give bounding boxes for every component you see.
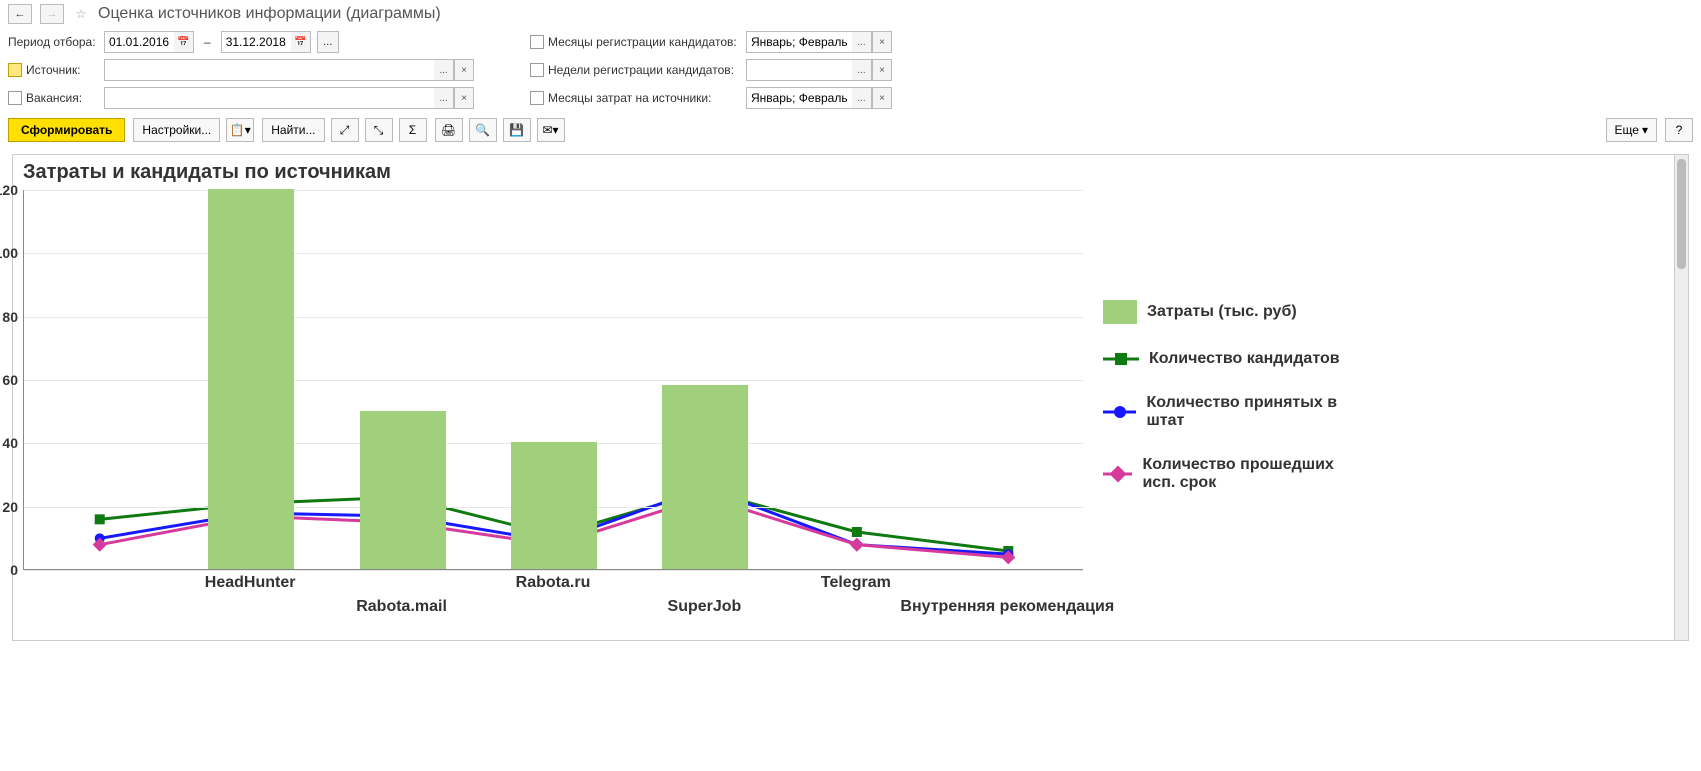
calendar-icon[interactable]: 📅	[291, 31, 311, 53]
source-select-button[interactable]: ...	[434, 59, 454, 81]
date-from-input[interactable]	[104, 31, 174, 53]
legend-item: Количество прошедших исп. срок	[1103, 456, 1363, 492]
chart-legend: Затраты (тыс. руб) Количество кандидатов К…	[1103, 190, 1363, 630]
y-tick: 120	[0, 182, 18, 198]
months-cost-select-button[interactable]: ...	[852, 87, 872, 109]
vertical-scrollbar[interactable]	[1674, 155, 1688, 640]
y-tick: 0	[0, 562, 18, 578]
months-reg-input[interactable]	[746, 31, 852, 53]
legend-item: Количество принятых в штат	[1103, 394, 1363, 430]
months-reg-label: Месяцы регистрации кандидатов:	[548, 35, 737, 49]
favorite-star-icon[interactable]: ☆	[72, 5, 90, 23]
x-axis-label: Telegram	[821, 574, 891, 592]
variants-button[interactable]: 📋▾	[226, 118, 254, 142]
chart-bar	[208, 189, 294, 569]
months-reg-clear-button[interactable]: ×	[872, 31, 892, 53]
vacancy-label: Вакансия:	[26, 91, 82, 105]
vacancy-clear-button[interactable]: ×	[454, 87, 474, 109]
x-axis-label: HeadHunter	[205, 574, 296, 592]
x-axis-label: SuperJob	[668, 598, 742, 616]
more-button[interactable]: Еще ▾	[1606, 118, 1657, 142]
x-axis-labels: AvitoHeadHunterRabota.mailRabota.ruSuper…	[23, 570, 1083, 630]
chart-container: Затраты и кандидаты по источникам 020406…	[12, 154, 1689, 641]
x-axis-label: Внутренняя рекомендация	[900, 598, 1114, 616]
x-axis-label: Rabota.ru	[516, 574, 591, 592]
chart-title: Затраты и кандидаты по источникам	[13, 155, 1688, 190]
legend-item: Затраты (тыс. руб)	[1103, 300, 1363, 324]
chart-plot: 020406080100120	[23, 190, 1083, 570]
preview-button[interactable]: 🔍	[469, 118, 497, 142]
y-tick: 80	[0, 309, 18, 325]
date-separator: –	[200, 35, 215, 49]
generate-button[interactable]: Сформировать	[8, 118, 125, 142]
months-reg-select-button[interactable]: ...	[852, 31, 872, 53]
months-reg-checkbox[interactable]	[530, 35, 544, 49]
chart-bar	[511, 442, 597, 569]
scrollbar-thumb[interactable]	[1677, 159, 1686, 269]
period-select-button[interactable]: ...	[317, 31, 339, 53]
months-cost-input[interactable]	[746, 87, 852, 109]
months-cost-clear-button[interactable]: ×	[872, 87, 892, 109]
vacancy-input[interactable]	[104, 87, 434, 109]
print-button[interactable]: 🖨	[435, 118, 463, 142]
y-tick: 20	[0, 499, 18, 515]
page-title: Оценка источников информации (диаграммы)	[98, 5, 441, 23]
expand-rows-button[interactable]: ⤢	[331, 118, 359, 142]
months-cost-label: Месяцы затрат на источники:	[548, 91, 711, 105]
period-label: Период отбора:	[8, 35, 98, 49]
source-checkbox[interactable]	[8, 63, 22, 77]
weeks-reg-checkbox[interactable]	[530, 63, 544, 77]
weeks-reg-input[interactable]	[746, 59, 852, 81]
sum-button[interactable]: Σ	[399, 118, 427, 142]
vacancy-select-button[interactable]: ...	[434, 87, 454, 109]
x-axis-label: Rabota.mail	[356, 598, 447, 616]
y-tick: 40	[0, 435, 18, 451]
forward-button[interactable]: →	[40, 4, 64, 24]
help-button[interactable]: ?	[1665, 118, 1693, 142]
y-tick: 100	[0, 245, 18, 261]
weeks-reg-clear-button[interactable]: ×	[872, 59, 892, 81]
find-button[interactable]: Найти...	[262, 118, 324, 142]
back-button[interactable]: ←	[8, 4, 32, 24]
date-to-input[interactable]	[221, 31, 291, 53]
vacancy-checkbox[interactable]	[8, 91, 22, 105]
source-label: Источник:	[26, 63, 81, 77]
source-input[interactable]	[104, 59, 434, 81]
chart-bar	[662, 385, 748, 569]
chart-bar	[360, 411, 446, 569]
collapse-rows-button[interactable]: ⤡	[365, 118, 393, 142]
months-cost-checkbox[interactable]	[530, 91, 544, 105]
calendar-icon[interactable]: 📅	[174, 31, 194, 53]
settings-button[interactable]: Настройки...	[133, 118, 220, 142]
email-button[interactable]: ✉▾	[537, 118, 565, 142]
source-clear-button[interactable]: ×	[454, 59, 474, 81]
weeks-reg-select-button[interactable]: ...	[852, 59, 872, 81]
y-tick: 60	[0, 372, 18, 388]
weeks-reg-label: Недели регистрации кандидатов:	[548, 63, 734, 77]
save-button[interactable]: 💾	[503, 118, 531, 142]
legend-item: Количество кандидатов	[1103, 350, 1363, 368]
